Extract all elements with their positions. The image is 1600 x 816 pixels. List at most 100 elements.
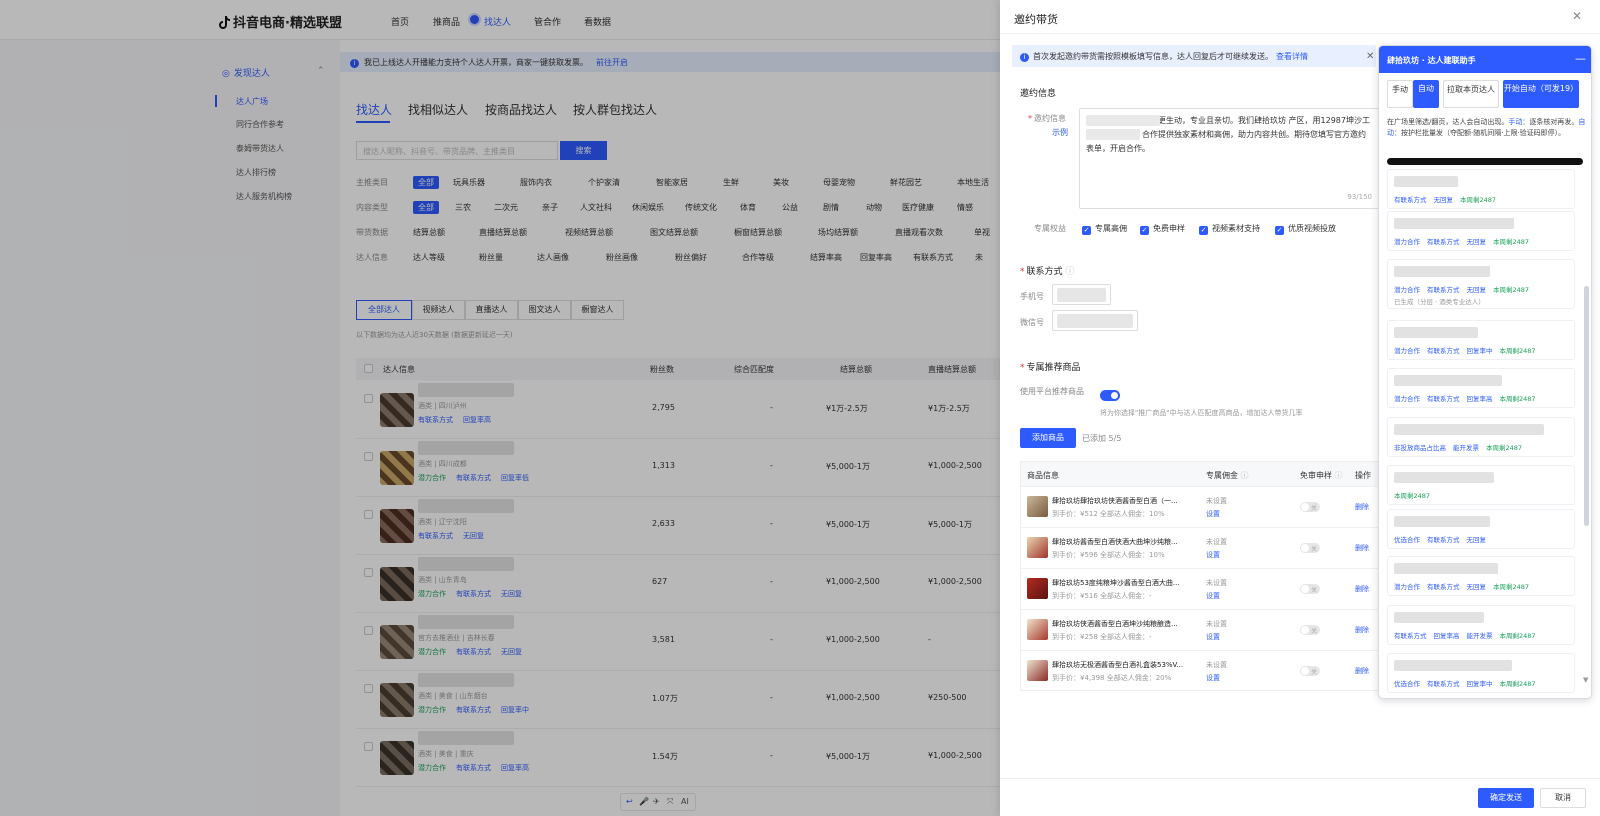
- col-free-sample: 免审申样 ⓘ: [1300, 471, 1343, 480]
- scrollbar[interactable]: [1584, 286, 1589, 526]
- set-commission-link[interactable]: 设置: [1206, 591, 1220, 601]
- section-invite-info: 邀约信息: [1020, 89, 1057, 99]
- product-table: 商品信息 专属佣金 ⓘ 免审申样 ⓘ 操作 肆拾玖坊肆拾玖坊侠酒酱香型白酒（一.…: [1020, 461, 1381, 691]
- assistant-creator-item[interactable]: 有联系方式 回复率高 能开发票 本周剩2487: [1387, 605, 1575, 645]
- assistant-creator-item[interactable]: 潜力合作 有联系方式 无回复 本周剩2487: [1387, 211, 1575, 251]
- tab-auto[interactable]: 自动: [1413, 80, 1439, 108]
- set-commission-link[interactable]: 设置: [1206, 632, 1220, 642]
- delete-product-link[interactable]: 删除: [1355, 666, 1369, 676]
- add-product-button[interactable]: 添加商品: [1020, 428, 1076, 448]
- right-checkbox-video-boost[interactable]: ✓ 优质视频投放: [1275, 223, 1336, 235]
- free-sample-toggle[interactable]: 关: [1300, 502, 1320, 512]
- delete-product-link[interactable]: 删除: [1355, 543, 1369, 553]
- set-commission-link[interactable]: 设置: [1206, 509, 1220, 519]
- wechat-label: 微信号: [1020, 318, 1044, 327]
- set-commission-link[interactable]: 设置: [1206, 550, 1220, 560]
- product-price: 到手价：¥516 全部达人佣金：-: [1052, 592, 1152, 600]
- product-price: 到手价：¥258 全部达人佣金：-: [1052, 633, 1152, 641]
- product-row: 肆拾玖坊无极酒酱香型白酒礼盒装53%V... 到手价：¥4,398 全部达人佣金：…: [1021, 650, 1381, 691]
- creator-tag: 无回复: [1466, 286, 1487, 294]
- commission-status: 未设置: [1206, 661, 1227, 669]
- commission-status: 未设置: [1206, 579, 1227, 587]
- blurred-creator-name: [1394, 472, 1494, 483]
- creator-tag: 优选合作: [1394, 680, 1420, 688]
- help-icon: ⓘ: [1332, 471, 1343, 480]
- checkmark-icon: ✓: [1275, 226, 1284, 235]
- assistant-progress-bar: [1387, 158, 1583, 165]
- drawer-footer-divider: [1000, 778, 1600, 779]
- free-sample-toggle[interactable]: 关: [1300, 584, 1320, 594]
- set-commission-link[interactable]: 设置: [1206, 673, 1220, 683]
- delete-product-link[interactable]: 删除: [1355, 625, 1369, 635]
- creator-tag: 回复率高: [1466, 395, 1493, 403]
- product-thumbnail: [1027, 660, 1048, 681]
- phone-input[interactable]: [1052, 284, 1111, 305]
- blurred-creator-name: [1394, 424, 1544, 435]
- product-table-header: 商品信息 专属佣金 ⓘ 免审申样 ⓘ 操作: [1021, 462, 1381, 486]
- free-sample-toggle[interactable]: 关: [1300, 666, 1320, 676]
- free-sample-toggle[interactable]: 关: [1300, 625, 1320, 635]
- delete-product-link[interactable]: 删除: [1355, 584, 1369, 594]
- delete-product-link[interactable]: 删除: [1355, 502, 1369, 512]
- product-row: 肆拾玖坊酱香型白酒侠酒大曲坤沙纯粮... 到手价：¥596 全部达人佣金：10% 未…: [1021, 527, 1381, 568]
- product-thumbnail: [1027, 537, 1048, 558]
- product-row: 肆拾玖坊侠酒酱香型白酒坤沙纯粮酿造... 到手价：¥258 全部达人佣金：- 未设置…: [1021, 609, 1381, 650]
- close-icon[interactable]: ✕: [1572, 9, 1582, 23]
- assistant-creator-item[interactable]: 本周剩2487: [1387, 465, 1575, 505]
- invite-message-textarea[interactable]: 您的内容让酱酒文化更生动，专业且亲切。我们肆拾玖坊 产区，用12987坤沙工艺酿…: [1079, 108, 1379, 209]
- creator-tag: 本周剩2487: [1460, 196, 1497, 204]
- invite-label: * 邀约信息: [1028, 114, 1066, 123]
- cancel-button[interactable]: 取消: [1540, 788, 1586, 808]
- outreach-assistant-panel: 肆拾玖坊 · 达人建联助手 — 手动 自动 拉取本页达人 开始自动（可发19） …: [1378, 45, 1592, 699]
- assistant-creator-item[interactable]: 优选合作 有联系方式 回复率中 本周剩2487: [1387, 653, 1575, 693]
- product-thumbnail: [1027, 496, 1048, 517]
- creator-tag: 有联系方式: [1427, 347, 1460, 355]
- product-price: 到手价：¥512 全部达人佣金：10%: [1052, 510, 1165, 518]
- start-auto-button[interactable]: 开始自动（可发19）: [1503, 80, 1579, 108]
- scroll-down-icon[interactable]: ▼: [1583, 676, 1588, 684]
- creator-tag: 回复率高: [1433, 632, 1460, 640]
- notice-close-icon[interactable]: ✕: [1366, 51, 1374, 62]
- creator-tag: 本周剩2487: [1493, 583, 1530, 591]
- creator-tag: 本周剩2487: [1486, 444, 1523, 452]
- drawer-notice: i 首次发起邀约带货需按照模板填写信息，达人回复后才可继续发送。 查看详情: [1012, 45, 1376, 67]
- invite-example-link[interactable]: 示例: [1052, 127, 1068, 138]
- added-count: 已添加 5/5: [1082, 434, 1122, 443]
- help-icon: ⓘ: [1065, 267, 1075, 277]
- tab-manual[interactable]: 手动: [1387, 80, 1413, 108]
- wechat-input[interactable]: [1052, 310, 1138, 331]
- product-name: 肆拾玖坊53度纯粮坤沙酱香型白酒大曲...: [1052, 579, 1180, 587]
- product-thumbnail: [1027, 578, 1048, 599]
- assistant-creator-item[interactable]: 有联系方式 无回复 本周剩2487: [1387, 169, 1575, 209]
- assistant-creator-item[interactable]: 潜力合作 有联系方式 无回复 本周剩2487 已生成（分层 · 酒类专业达人）: [1387, 259, 1575, 309]
- free-sample-toggle[interactable]: 关: [1300, 543, 1320, 553]
- right-checkbox-video-material[interactable]: ✓ 视频素材支持: [1199, 223, 1260, 235]
- confirm-send-button[interactable]: 确定发送: [1478, 788, 1534, 808]
- commission-status: 未设置: [1206, 620, 1227, 628]
- product-thumbnail: [1027, 619, 1048, 640]
- assistant-creator-item[interactable]: 潜力合作 有联系方式 回复率中 本周剩2487: [1387, 320, 1575, 360]
- assistant-creator-item[interactable]: 非投放商品占比高 能开发票 本周剩2487: [1387, 417, 1575, 457]
- drawer-notice-link[interactable]: 查看详情: [1276, 52, 1308, 61]
- pull-page-creators-button[interactable]: 拉取本页达人: [1443, 80, 1499, 108]
- creator-tag: 有联系方式: [1394, 632, 1427, 640]
- creator-tag: 潜力合作: [1394, 347, 1420, 355]
- rights-label: 专属权益: [1034, 224, 1066, 233]
- product-name: 肆拾玖坊侠酒酱香型白酒坤沙纯粮酿造...: [1052, 620, 1178, 628]
- creator-tag: 有联系方式: [1427, 395, 1460, 403]
- creator-tag: 无回复: [1466, 238, 1487, 246]
- right-checkbox-free-sample[interactable]: ✓ 免费申样: [1140, 223, 1185, 235]
- assistant-creator-item[interactable]: 优选合作 有联系方式 无回复: [1387, 509, 1575, 549]
- product-price: 到手价：¥4,398 全部达人佣金：20%: [1052, 674, 1172, 682]
- creator-tag: 潜力合作: [1394, 238, 1420, 246]
- modal-backdrop[interactable]: [0, 0, 1000, 816]
- use-platform-toggle[interactable]: [1100, 390, 1120, 401]
- assistant-creator-item[interactable]: 潜力合作 有联系方式 回复率高 本周剩2487: [1387, 368, 1575, 408]
- minimize-icon[interactable]: —: [1575, 52, 1586, 65]
- assistant-creator-item[interactable]: 潜力合作 有联系方式 无回复 本周剩2487: [1387, 556, 1575, 596]
- creator-tag: 潜力合作: [1394, 395, 1420, 403]
- creator-tag: 无回复: [1433, 196, 1454, 204]
- right-checkbox-high-commission[interactable]: ✓ 专属高佣: [1082, 223, 1127, 235]
- col-commission: 专属佣金 ⓘ: [1206, 471, 1249, 480]
- creator-tag: 有联系方式: [1427, 680, 1460, 688]
